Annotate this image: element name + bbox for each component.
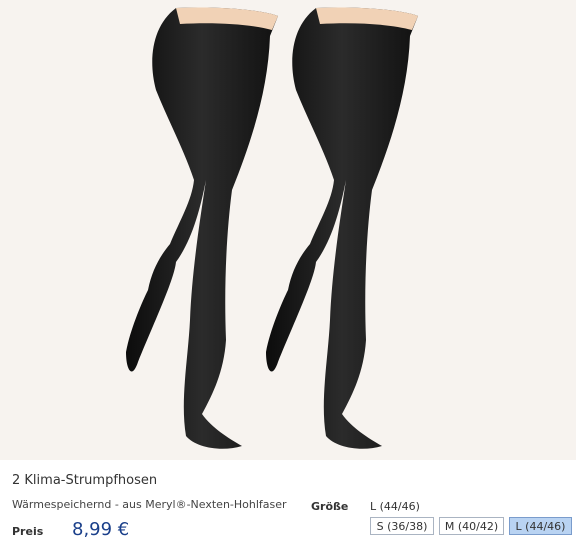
size-option-s[interactable]: S (36/38) [370, 517, 434, 535]
price-value: 8,99 € [72, 519, 130, 540]
size-option-m[interactable]: M (40/42) [439, 517, 504, 535]
product-title: 2 Klima-Strumpfhosen [12, 473, 158, 488]
tights-right [266, 7, 418, 449]
product-info-panel: 2 Klima-Strumpfhosen Wärmespeichernd - a… [4, 460, 305, 549]
product-subtitle: Wärmespeichernd - aus Meryl®-Nexten-Hohl… [12, 498, 287, 511]
size-option-l[interactable]: L (44/46) [509, 517, 572, 535]
size-label: Größe [311, 500, 349, 513]
price-label: Preis [12, 525, 44, 538]
tights-illustration [126, 7, 418, 449]
tights-left [126, 7, 278, 449]
product-image [0, 0, 576, 460]
selected-size-text: L (44/46) [370, 500, 420, 513]
